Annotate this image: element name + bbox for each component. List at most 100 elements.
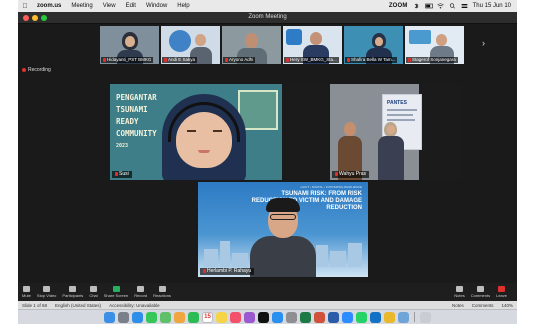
accessibility-status[interactable]: Accessibility: Unavailable	[109, 303, 160, 308]
participant-face	[195, 34, 206, 46]
microphone-icon	[22, 286, 30, 292]
video-button[interactable]: Stop Video	[37, 286, 56, 298]
dock-launchpad-icon[interactable]	[118, 311, 129, 323]
skyline-building	[204, 249, 218, 267]
person-body	[378, 136, 404, 180]
dock-maps-icon[interactable]	[160, 311, 171, 323]
dock-finder-icon[interactable]	[104, 311, 115, 323]
dock-excel-icon[interactable]	[300, 311, 311, 323]
menu-window[interactable]: Window	[141, 3, 172, 9]
leave-button[interactable]: Leave	[496, 286, 507, 298]
dock-tv-icon[interactable]	[258, 311, 269, 323]
participant-thumb[interactable]: Stagerof Sonjanegara	[405, 26, 464, 64]
menu-app[interactable]: zoom.us	[32, 3, 66, 9]
participant-mouth	[198, 150, 210, 153]
banner-line	[387, 114, 413, 116]
dock-podcasts-icon[interactable]	[244, 311, 255, 323]
window-title-bar: Zoom Meeting	[18, 12, 517, 24]
clock[interactable]: Thu 15 Jun 10	[473, 3, 511, 9]
participant-name-tag: Hery SW_BMKG_Sta...	[284, 57, 339, 63]
dock-chrome-icon[interactable]	[384, 311, 395, 323]
dock-whatsapp-icon[interactable]	[356, 311, 367, 323]
mic-muted-icon	[225, 58, 228, 62]
chat-button[interactable]: Chat	[89, 286, 98, 298]
dock-calendar-icon[interactable]: 15	[202, 311, 213, 323]
wifi-icon[interactable]	[436, 3, 444, 9]
control-label: Participants	[62, 293, 84, 298]
participant-thumb[interactable]: Shafira Bella W Tam...	[344, 26, 403, 64]
bluetooth-icon[interactable]	[413, 3, 420, 9]
record-icon	[137, 286, 145, 292]
language-indicator[interactable]: English (United States)	[55, 303, 101, 308]
participant-thumb[interactable]: Aryono Adhi	[222, 26, 281, 64]
chat-icon	[90, 286, 98, 292]
zoom-level[interactable]: 140%	[501, 303, 513, 308]
comments-toggle[interactable]: Comments	[472, 303, 494, 308]
dock-facetime-icon[interactable]	[188, 311, 199, 323]
menu-view[interactable]: View	[98, 3, 121, 9]
mic-muted-icon	[408, 58, 411, 62]
dock-messages-icon[interactable]	[146, 311, 157, 323]
participant-body	[250, 236, 316, 277]
dock-music-icon[interactable]	[230, 311, 241, 323]
dock-notes-icon[interactable]	[216, 311, 227, 323]
reactions-button[interactable]: Reactions	[153, 286, 171, 298]
record-button[interactable]: Record	[134, 286, 147, 298]
comments-button[interactable]: Comments	[471, 286, 490, 298]
mute-button[interactable]: Mute	[22, 286, 31, 298]
search-icon[interactable]	[449, 3, 456, 9]
dock-system-settings-icon[interactable]	[286, 311, 297, 323]
dock-word-icon[interactable]	[328, 311, 339, 323]
participant-name-tag: Herlambi P. Rahayu	[200, 268, 255, 275]
notes-toggle[interactable]: Notes	[452, 303, 464, 308]
control-label: Leave	[496, 293, 507, 298]
participant-thumb[interactable]: Hery SW_BMKG_Sta...	[283, 26, 342, 64]
skyline-building	[220, 241, 230, 267]
mic-muted-icon	[115, 172, 118, 176]
participant-name: Shafira Bella W Tam...	[351, 57, 396, 62]
dock-app-store-icon[interactable]	[272, 311, 283, 323]
recording-indicator[interactable]: Recording	[22, 67, 51, 73]
battery-icon[interactable]	[424, 3, 433, 9]
chevron-right-icon[interactable]: ›	[482, 38, 485, 48]
slide-subtitle: GOUT • DIGITAL • FOSTERING RESILIENCE	[300, 185, 362, 189]
dock-outlook-icon[interactable]	[370, 311, 381, 323]
notes-button[interactable]: Notes	[454, 286, 465, 298]
participant-background	[409, 30, 431, 44]
menu-help[interactable]: Help	[172, 3, 194, 9]
participant-name-tag: Wahyu Pras	[332, 171, 370, 178]
camera-icon	[43, 286, 51, 292]
apple-icon[interactable]: 	[18, 3, 32, 10]
control-label: Chat	[89, 293, 98, 298]
mic-muted-icon	[164, 58, 167, 62]
participants-button[interactable]: Participants	[62, 286, 83, 298]
participant-name-tag: Susi	[112, 171, 132, 178]
video-tile-wahyu[interactable]: PANTES Wahyu Pras	[286, 84, 461, 180]
participant-background	[169, 30, 191, 52]
video-tile-speaker[interactable]: GOUT • DIGITAL • FOSTERING RESILIENCE TS…	[198, 182, 368, 277]
participant-strip: Hidayanti_PST BMKG Andi E Sakya Aryono A…	[100, 26, 478, 64]
screen:  zoom.us Meeting View Edit Window Help …	[18, 0, 517, 322]
dock-preview-icon[interactable]	[398, 311, 409, 323]
participant-thumb[interactable]: Andi E Sakya	[161, 26, 220, 64]
control-label: Mute	[22, 293, 31, 298]
participant-thumb[interactable]: Hidayanti_PST BMKG	[100, 26, 159, 64]
dock-zoom-icon[interactable]	[342, 311, 353, 323]
dock: 15	[18, 309, 517, 324]
person-face	[387, 125, 395, 134]
menu-meeting[interactable]: Meeting	[66, 3, 97, 9]
leave-icon	[498, 286, 506, 292]
dock-trash-icon[interactable]	[420, 311, 431, 323]
dock-photos-icon[interactable]	[174, 311, 185, 323]
share-screen-button[interactable]: Share Screen	[104, 286, 128, 298]
menu-edit[interactable]: Edit	[121, 3, 141, 9]
dock-safari-icon[interactable]	[132, 311, 143, 323]
control-center-icon[interactable]	[461, 3, 468, 9]
participant-name: Hery SW_BMKG_Sta...	[290, 57, 337, 62]
video-tile-susi[interactable]: PENGANTAR TSUNAMI READY COMMUNITY 2023 S…	[110, 84, 282, 180]
zoom-status-label[interactable]: ZOOM	[389, 3, 408, 9]
mic-muted-icon	[347, 58, 350, 62]
dock-powerpoint-icon[interactable]	[314, 311, 325, 323]
window-title: Zoom Meeting	[248, 14, 287, 20]
participant-name-tag: Andi E Sakya	[162, 57, 198, 63]
